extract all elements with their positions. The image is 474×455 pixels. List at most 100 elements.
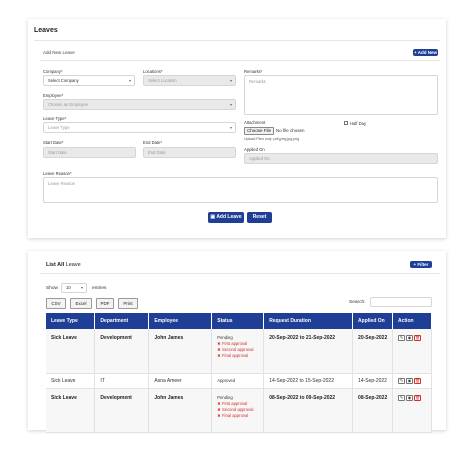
- chevron-down-icon: ▾: [80, 285, 83, 290]
- leave-type-label: Leave Type*: [43, 116, 67, 121]
- attachment-label: Attachment: [244, 120, 266, 125]
- cell-employee: Asna Ameer: [148, 373, 213, 389]
- search-input[interactable]: [370, 297, 432, 307]
- cell-actions: ✎ ◉ 🗑: [392, 373, 432, 389]
- reset-button[interactable]: Reset: [247, 212, 272, 223]
- cell-applied-on: 14-Sep-2022: [352, 373, 393, 389]
- cell-employee: John James: [148, 329, 213, 374]
- add-new-leave-title: Add New Leave: [43, 50, 75, 55]
- cell-leave-type: Sick Leave: [46, 373, 96, 389]
- divider: [40, 273, 440, 274]
- locations-select[interactable]: Select Location ▾: [143, 75, 236, 86]
- locations-placeholder: Select Location: [148, 78, 177, 83]
- applied-on-placeholder: Applied On: [249, 156, 270, 161]
- end-date-label: End Date*: [143, 140, 163, 145]
- col-employee[interactable]: Employee: [148, 313, 213, 329]
- list-title-rest: Leave: [65, 262, 81, 268]
- remarks-label: Remarks*: [244, 69, 263, 74]
- end-date-input[interactable]: End Date: [143, 147, 236, 158]
- cell-status: Approved: [211, 373, 265, 389]
- leave-table: Leave Type Department Employee Status Re…: [46, 313, 432, 433]
- csv-button[interactable]: CSV: [46, 298, 66, 309]
- excel-button[interactable]: Excel: [70, 298, 92, 309]
- col-request-duration[interactable]: Request Duration: [263, 313, 354, 329]
- applied-on-label: Applied On: [244, 147, 265, 152]
- view-icon[interactable]: ◉: [406, 377, 413, 384]
- final-approval-status: ✖ Final approval: [217, 353, 249, 358]
- company-label: Company*: [43, 69, 63, 74]
- cell-department: IT: [94, 373, 150, 389]
- start-date-label: Start Date*: [43, 140, 64, 145]
- company-select[interactable]: Select Company ▾: [43, 75, 135, 86]
- cell-applied-on: 20-Sep-2022: [352, 329, 393, 374]
- leave-type-select[interactable]: Leave Type ▾: [43, 122, 236, 133]
- list-title-bold: List All: [46, 262, 65, 268]
- chevron-down-icon: ▾: [229, 125, 232, 130]
- entries-select[interactable]: 10 ▾: [61, 283, 87, 293]
- filter-button[interactable]: + Filter: [410, 261, 432, 268]
- attachment-hint: Upload Files only: pdf,jpeg,jpg,png: [244, 137, 300, 141]
- cell-duration: 20-Sep-2022 to 21-Sep-2022: [263, 329, 354, 374]
- table-row: Sick Leave IT Asna Ameer Approved 14-Sep…: [46, 373, 432, 389]
- applied-on-input[interactable]: Applied On: [244, 153, 438, 164]
- edit-icon[interactable]: ✎: [398, 335, 405, 341]
- view-icon[interactable]: ◉: [406, 335, 413, 341]
- trash-icon[interactable]: 🗑: [414, 377, 421, 384]
- leave-reason-placeholder: Leave Reason: [48, 181, 76, 186]
- trash-icon[interactable]: 🗑: [414, 335, 421, 341]
- chevron-down-icon: ▾: [128, 78, 131, 83]
- cell-duration: 08-Sep-2022 to 09-Sep-2022: [263, 388, 354, 433]
- col-applied-on[interactable]: Applied On: [352, 313, 393, 329]
- remarks-textarea[interactable]: Remarks: [244, 75, 438, 115]
- col-status[interactable]: Status: [211, 313, 265, 329]
- cell-leave-type: Sick Leave: [46, 388, 96, 433]
- pdf-button[interactable]: PDF: [96, 298, 114, 309]
- entries-label: entries: [92, 286, 107, 291]
- add-leave-button[interactable]: ▣ Add Leave: [208, 212, 244, 223]
- add-new-button[interactable]: + Add New: [413, 49, 438, 56]
- cell-actions: ✎ ◉ 🗑: [392, 388, 432, 433]
- company-select-value: Select Company: [48, 78, 79, 83]
- col-action: Action: [392, 313, 432, 329]
- view-icon[interactable]: ◉: [406, 394, 413, 401]
- cell-status: Pending ✖ First approval ✖ Second approv…: [211, 329, 265, 374]
- employee-select[interactable]: Choose an Employee ▾: [43, 99, 236, 110]
- chevron-down-icon: ▾: [229, 78, 232, 83]
- trash-icon[interactable]: 🗑: [414, 394, 421, 401]
- final-approval-status: ✖ Final approval: [217, 412, 249, 418]
- choose-file-button[interactable]: Choose File: [244, 127, 275, 135]
- cell-department: Development: [94, 388, 150, 433]
- file-status-text: No file chosen: [276, 128, 305, 133]
- table-row: Sick Leave Development John James Pendin…: [46, 388, 432, 433]
- cell-leave-type: Sick Leave: [46, 329, 96, 374]
- add-leave-label: Add Leave: [216, 214, 242, 220]
- cell-actions: ✎ ◉ 🗑: [392, 329, 432, 374]
- employee-placeholder: Choose an Employee: [48, 102, 89, 107]
- page-title: Leaves: [34, 27, 58, 34]
- locations-label: Locations*: [143, 69, 163, 74]
- leave-reason-label: Leave Reason*: [43, 171, 72, 176]
- edit-icon[interactable]: ✎: [398, 377, 405, 384]
- status-text: Approved: [217, 377, 236, 383]
- edit-icon[interactable]: ✎: [398, 394, 405, 401]
- cell-employee: John James: [148, 388, 213, 433]
- cell-department: Development: [94, 329, 150, 374]
- cell-status: Pending ✖ First approval ✖ Second approv…: [211, 388, 265, 433]
- chevron-down-icon: ▾: [229, 102, 232, 107]
- cell-applied-on: 08-Sep-2022: [352, 388, 393, 433]
- divider: [34, 40, 440, 41]
- half-day-checkbox[interactable]: [344, 121, 348, 125]
- col-department[interactable]: Department: [94, 313, 150, 329]
- leave-reason-textarea[interactable]: Leave Reason: [43, 177, 438, 203]
- cell-duration: 14-Sep-2022 to 15-Sep-2022: [263, 373, 354, 389]
- entries-value: 10: [66, 285, 71, 290]
- table-row: Sick Leave Development John James Pendin…: [46, 329, 432, 374]
- show-label: Show: [46, 286, 58, 291]
- remarks-placeholder: Remarks: [249, 79, 266, 84]
- employee-label: Employee*: [43, 93, 64, 98]
- divider: [40, 60, 440, 61]
- start-date-placeholder: Start Date: [48, 150, 67, 155]
- print-button[interactable]: Print: [118, 298, 138, 309]
- start-date-input[interactable]: Start Date: [43, 147, 136, 158]
- col-leave-type[interactable]: Leave Type: [46, 313, 96, 329]
